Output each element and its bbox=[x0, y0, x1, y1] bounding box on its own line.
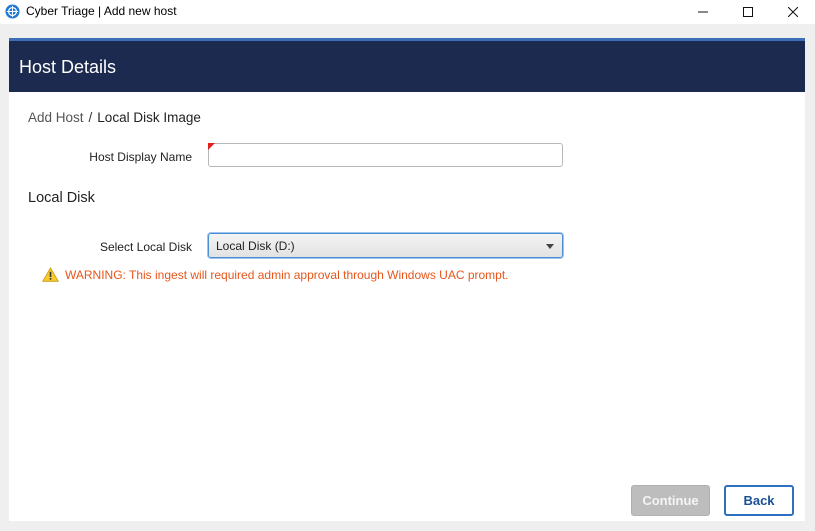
add-host-window: Cyber Triage | Add new host Host Details bbox=[0, 0, 815, 531]
window-title: Cyber Triage | Add new host bbox=[26, 4, 177, 18]
back-button[interactable]: Back bbox=[724, 485, 794, 516]
breadcrumb-separator: / bbox=[88, 110, 93, 125]
minimize-button[interactable] bbox=[680, 0, 726, 24]
minimize-icon bbox=[698, 11, 708, 13]
host-display-name-input[interactable] bbox=[208, 143, 563, 167]
warning-icon bbox=[42, 267, 59, 282]
continue-button[interactable]: Continue bbox=[631, 485, 710, 516]
local-disk-section-title: Local Disk bbox=[28, 190, 95, 206]
close-button[interactable] bbox=[770, 0, 815, 24]
panel-header: Host Details bbox=[9, 38, 805, 92]
host-display-name-label: Host Display Name bbox=[89, 150, 192, 164]
select-local-disk-label: Select Local Disk bbox=[99, 240, 192, 254]
page-title: Host Details bbox=[19, 57, 117, 77]
breadcrumb-current: Local Disk Image bbox=[97, 110, 201, 125]
host-details-panel: Host Details Add Host / Local Disk Image… bbox=[9, 38, 805, 521]
dropdown-arrow-icon bbox=[546, 244, 554, 249]
required-field-marker bbox=[208, 143, 215, 150]
local-disk-select[interactable]: Local Disk (D:) bbox=[208, 233, 563, 258]
content-frame: Host Details Add Host / Local Disk Image… bbox=[0, 24, 815, 531]
local-disk-selected-value: Local Disk (D:) bbox=[216, 238, 295, 253]
cyber-triage-logo-icon bbox=[5, 4, 20, 19]
maximize-button[interactable] bbox=[725, 0, 771, 24]
breadcrumb-add-host[interactable]: Add Host bbox=[28, 110, 84, 125]
maximize-icon bbox=[743, 7, 753, 17]
title-bar: Cyber Triage | Add new host bbox=[0, 0, 815, 24]
breadcrumb: Add Host / Local Disk Image bbox=[28, 110, 201, 125]
uac-warning: WARNING: This ingest will required admin… bbox=[42, 267, 509, 282]
close-icon bbox=[788, 7, 798, 17]
warning-text: WARNING: This ingest will required admin… bbox=[65, 267, 509, 282]
